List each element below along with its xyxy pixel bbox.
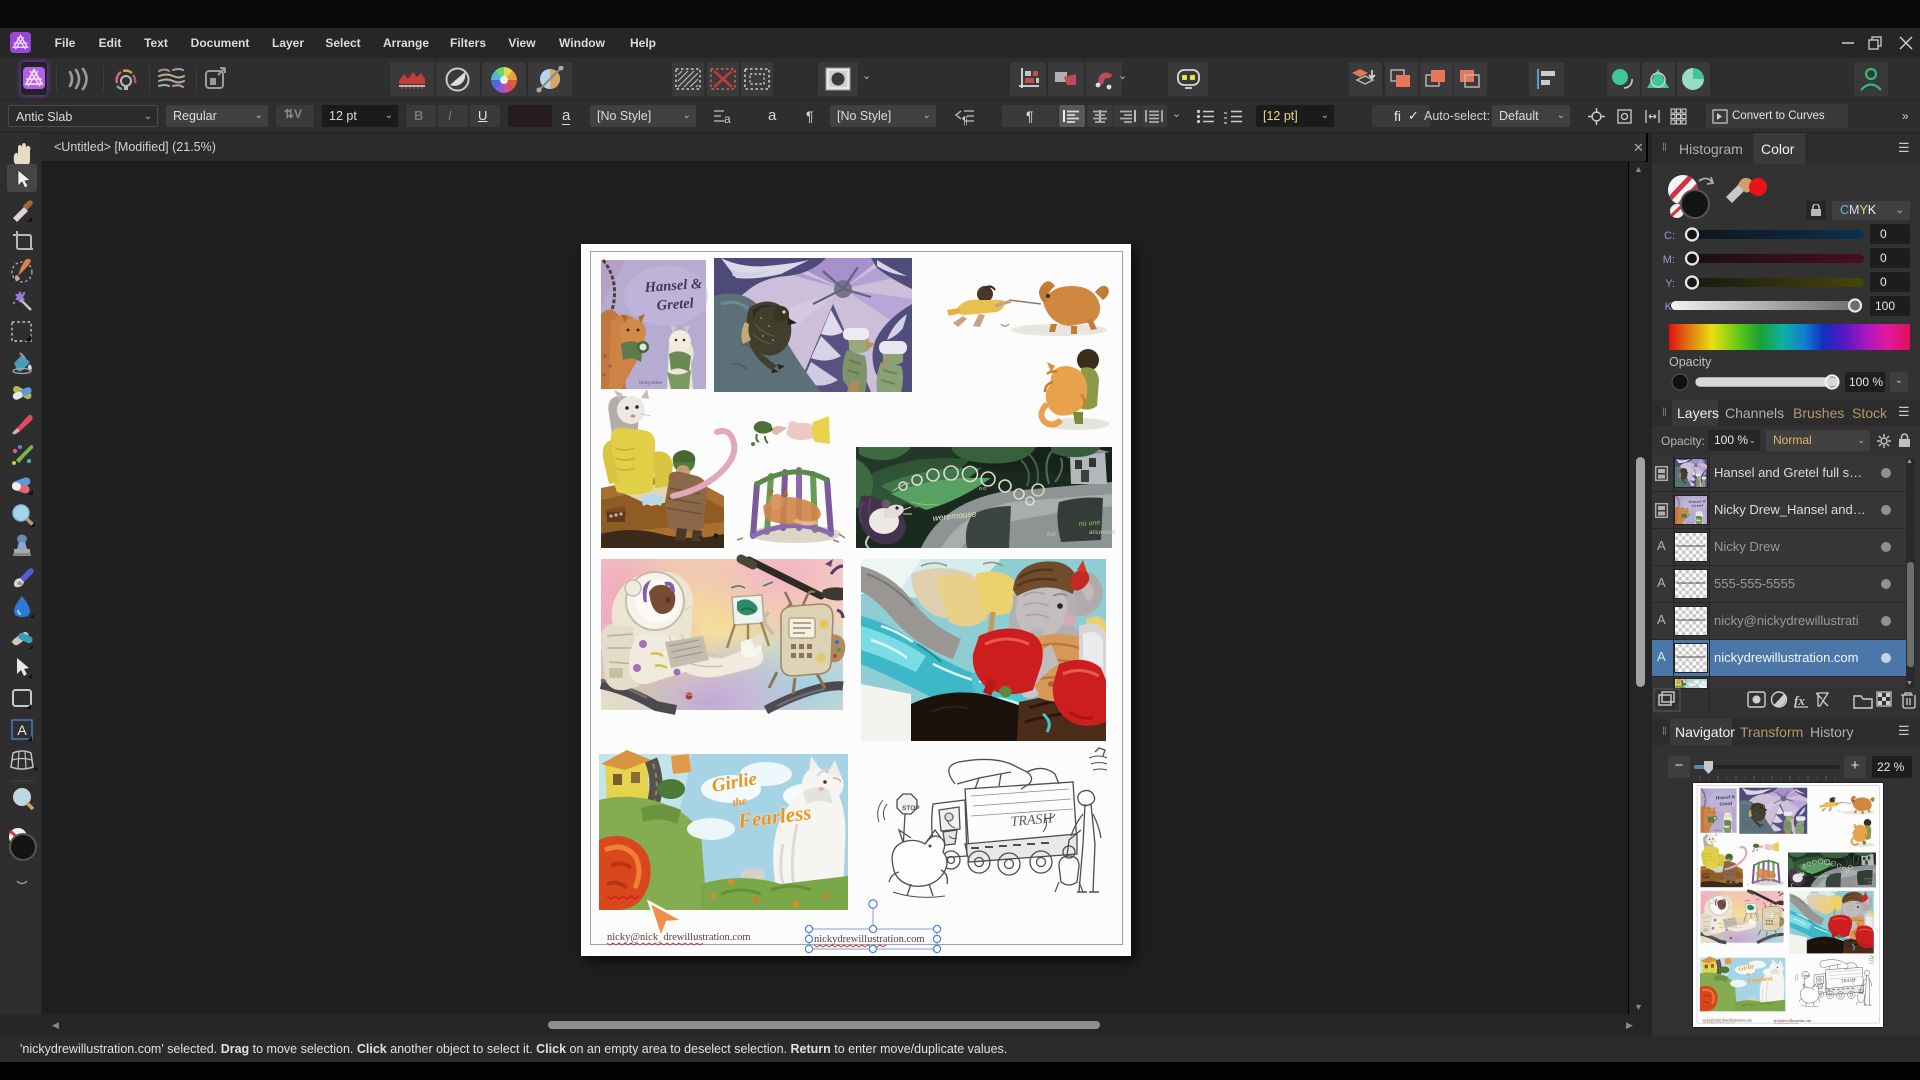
svg-text:fx: fx: [1794, 693, 1805, 708]
svg-text:A: A: [17, 722, 27, 738]
svg-text:Y:: Y:: [1665, 278, 1675, 290]
svg-text:¶: ¶: [962, 115, 968, 126]
svg-text:M:: M:: [1663, 254, 1675, 266]
svg-text:a: a: [724, 112, 731, 126]
svg-text:C:: C:: [1664, 230, 1675, 242]
